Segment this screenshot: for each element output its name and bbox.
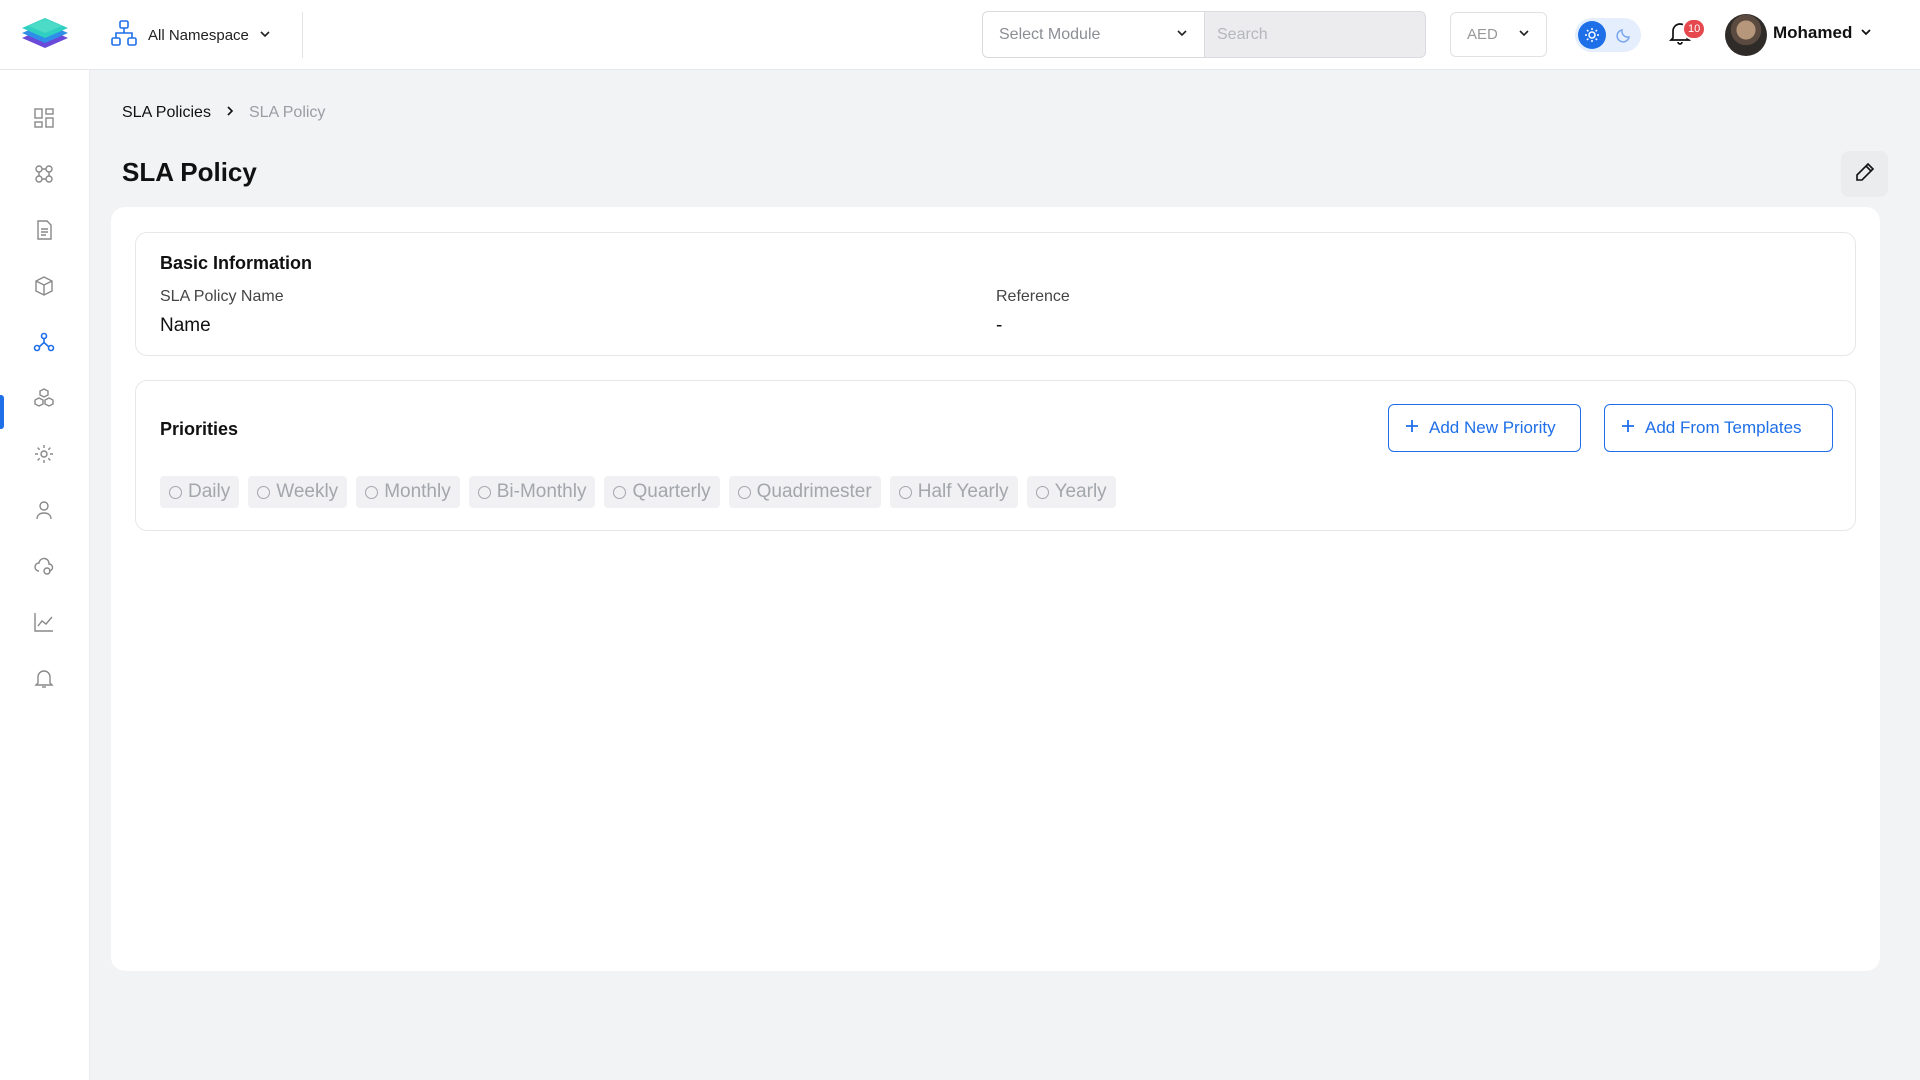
- priority-option-label: Bi-Monthly: [496, 481, 587, 502]
- priority-option-yearly[interactable]: Yearly: [1026, 476, 1116, 508]
- priority-option-label: Quarterly: [632, 481, 711, 502]
- notifications-bell-icon[interactable]: [28, 662, 60, 694]
- notifications-button[interactable]: 10: [1668, 18, 1707, 50]
- priority-option-half-yearly[interactable]: Half Yearly: [889, 476, 1018, 508]
- priority-option-weekly[interactable]: Weekly: [248, 476, 348, 508]
- radio-icon: [477, 485, 491, 499]
- namespace-icon: [110, 19, 138, 51]
- priority-option-quadrimester[interactable]: Quadrimester: [728, 476, 881, 508]
- priority-option-label: Daily: [188, 481, 231, 502]
- sidebar: [0, 70, 90, 1080]
- radio-icon: [257, 485, 271, 499]
- divider: [302, 12, 303, 58]
- reports-document-icon[interactable]: [28, 214, 60, 246]
- chevron-down-icon: [1518, 26, 1530, 43]
- policy-name-label: SLA Policy Name: [160, 288, 284, 305]
- dashboard-grid-icon[interactable]: [28, 102, 60, 134]
- priorities-card: Priorities Add New Priority Add From Tem…: [135, 380, 1856, 531]
- priorities-title: Priorities: [160, 419, 239, 439]
- breadcrumb: SLA Policies SLA Policy: [122, 104, 325, 122]
- package-box-icon[interactable]: [28, 270, 60, 302]
- chevron-down-icon: [1860, 23, 1872, 43]
- pencil-icon: [1854, 161, 1876, 188]
- priority-option-bi-monthly[interactable]: Bi-Monthly: [468, 476, 596, 508]
- currency-value: AED: [1467, 26, 1498, 43]
- priority-option-label: Weekly: [276, 481, 339, 502]
- breadcrumb-sla-policies[interactable]: SLA Policies: [122, 104, 211, 122]
- priority-option-label: Half Yearly: [917, 481, 1009, 502]
- module-select-placeholder: Select Module: [999, 25, 1101, 43]
- breadcrumb-current: SLA Policy: [248, 104, 326, 121]
- plus-icon: [1621, 418, 1635, 438]
- add-from-templates-label: Add From Templates: [1645, 418, 1802, 437]
- page-title: SLA Policy: [122, 157, 257, 187]
- sidebar-active-indicator: [0, 395, 4, 429]
- add-new-priority-button[interactable]: Add New Priority: [1388, 404, 1581, 452]
- basic-information-title: Basic Information: [160, 253, 313, 273]
- add-from-templates-button[interactable]: Add From Templates: [1604, 404, 1833, 452]
- namespace-selector[interactable]: All Namespace: [110, 18, 271, 52]
- currency-select[interactable]: AED: [1450, 12, 1547, 57]
- user-icon[interactable]: [28, 494, 60, 526]
- network-nodes-icon[interactable]: [28, 326, 60, 358]
- module-select[interactable]: Select Module: [982, 11, 1204, 58]
- priority-option-label: Yearly: [1054, 481, 1107, 502]
- settings-gear-icon[interactable]: [28, 438, 60, 470]
- top-bar: All Namespace Select Module AED: [0, 0, 1920, 70]
- namespace-label: All Namespace: [148, 26, 249, 44]
- avatar[interactable]: [1725, 14, 1767, 56]
- radio-icon: [613, 485, 627, 499]
- radio-icon: [169, 485, 182, 499]
- priority-option-label: Quadrimester: [756, 481, 872, 502]
- reference-value: -: [996, 315, 1003, 336]
- priority-options: Daily Weekly Monthly Bi-Monthly Quarterl…: [160, 476, 1116, 508]
- radio-icon: [898, 485, 912, 499]
- moon-icon[interactable]: [1610, 21, 1638, 49]
- priority-option-quarterly[interactable]: Quarterly: [604, 476, 720, 508]
- add-new-priority-label: Add New Priority: [1429, 418, 1556, 437]
- chevron-down-icon: [1176, 26, 1188, 44]
- chevron-down-icon: [259, 27, 271, 44]
- chevron-right-icon: [225, 104, 235, 122]
- radio-icon: [365, 485, 379, 499]
- priority-option-daily[interactable]: Daily: [160, 476, 240, 508]
- notification-badge: 10: [1682, 18, 1707, 40]
- basic-information-card: Basic Information SLA Policy Name Name R…: [135, 232, 1856, 356]
- integrations-icon[interactable]: [28, 158, 60, 190]
- policy-name-value: Name: [160, 315, 211, 336]
- radio-icon: [737, 485, 751, 499]
- sun-icon[interactable]: [1578, 21, 1606, 49]
- search-input[interactable]: [1204, 11, 1426, 58]
- content-panel: Basic Information SLA Policy Name Name R…: [111, 207, 1880, 971]
- plus-icon: [1405, 418, 1419, 438]
- app-logo[interactable]: [18, 14, 72, 56]
- priority-option-label: Monthly: [384, 481, 451, 502]
- cloud-settings-icon[interactable]: [28, 550, 60, 582]
- theme-toggle[interactable]: [1575, 18, 1641, 52]
- edit-button[interactable]: [1841, 151, 1888, 197]
- priority-option-monthly[interactable]: Monthly: [356, 476, 460, 508]
- user-menu[interactable]: Mohamed: [1773, 23, 1872, 43]
- radio-icon: [1035, 485, 1049, 499]
- reference-label: Reference: [996, 288, 1070, 305]
- user-name: Mohamed: [1773, 23, 1853, 42]
- analytics-chart-icon[interactable]: [28, 606, 60, 638]
- cubes-icon[interactable]: [28, 382, 60, 414]
